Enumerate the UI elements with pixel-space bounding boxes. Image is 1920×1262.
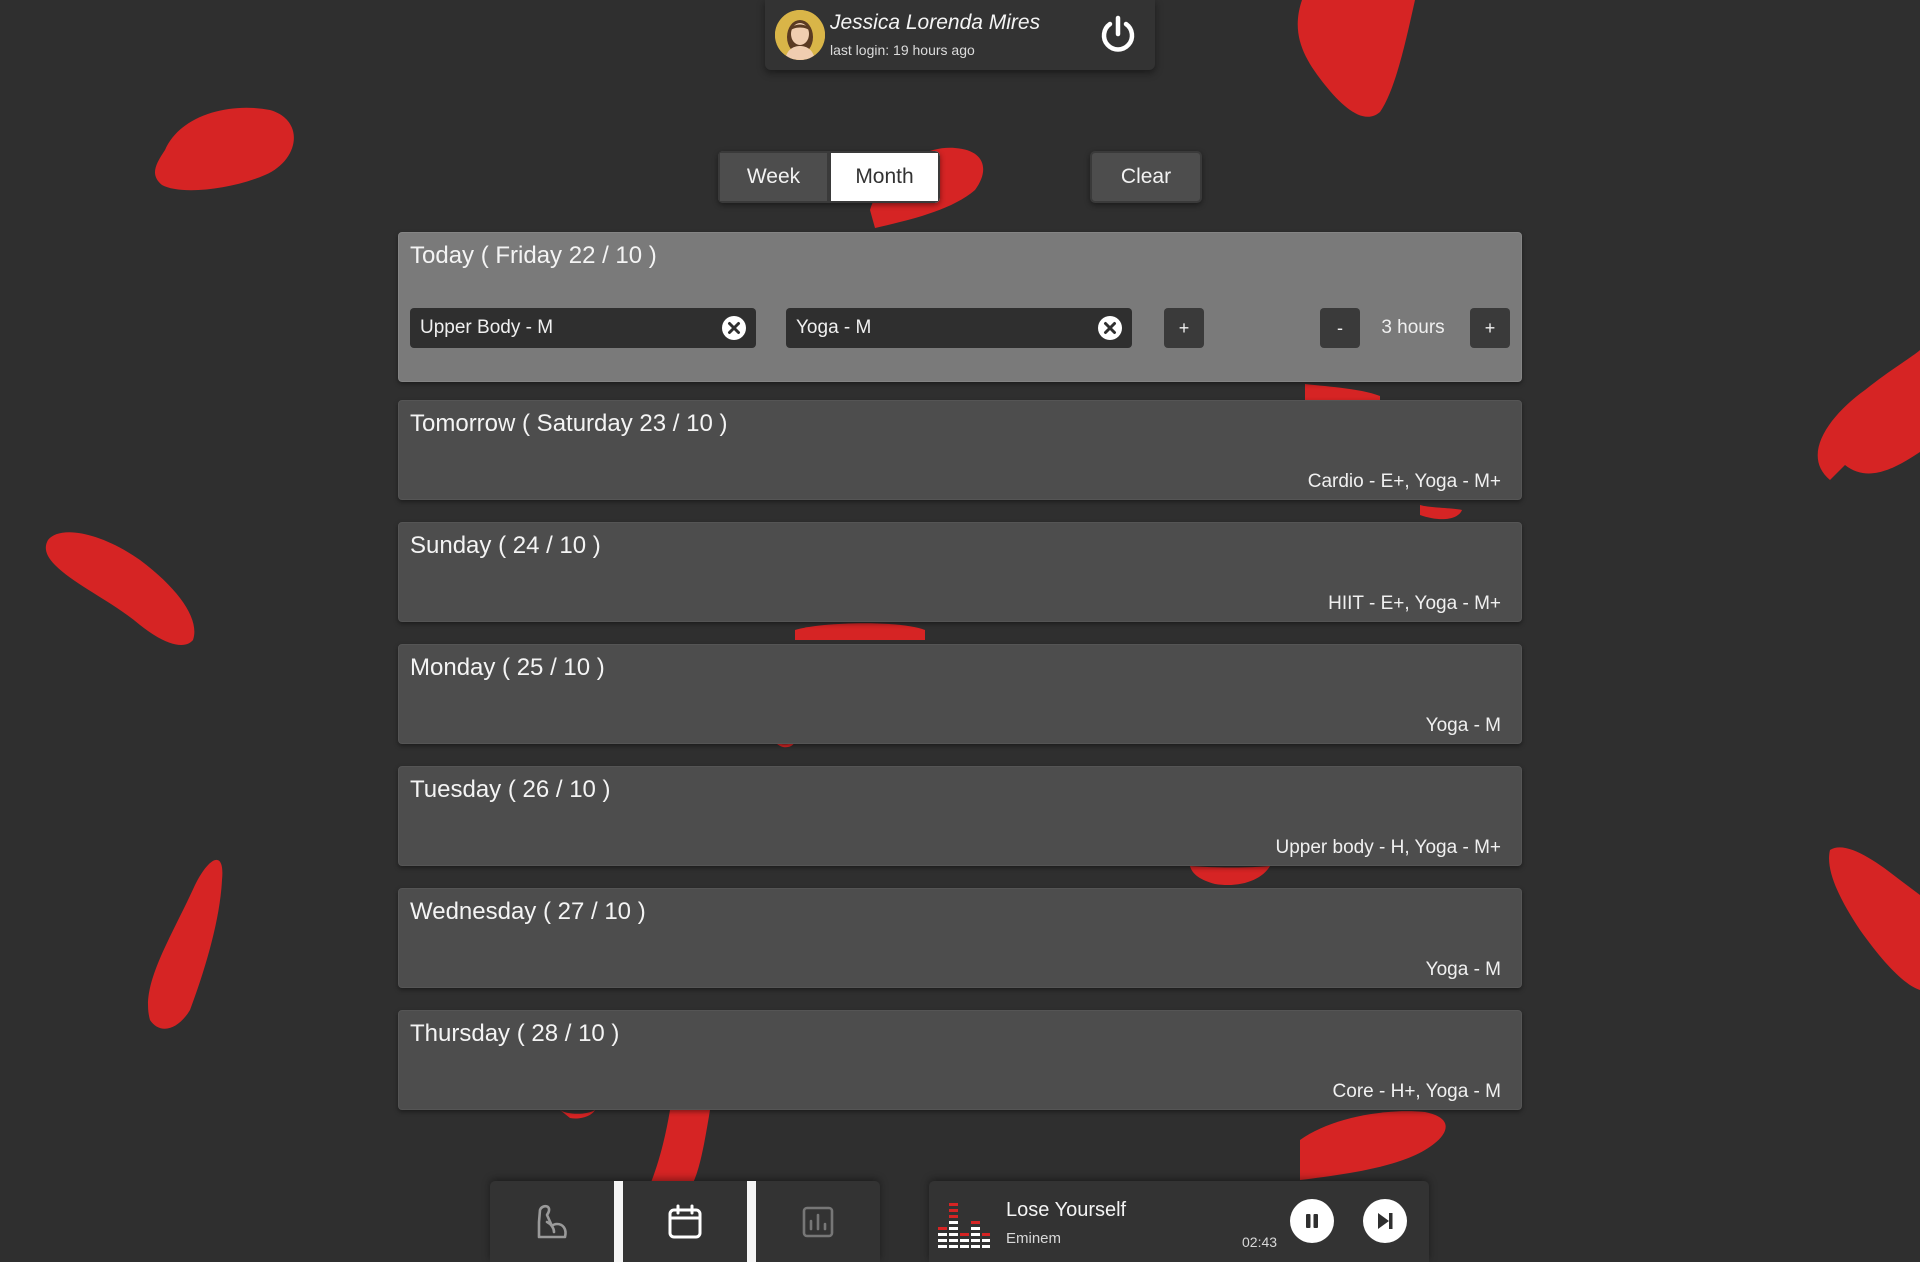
day-title: Thursday ( 28 / 10 ) bbox=[410, 1020, 620, 1047]
pause-icon bbox=[1306, 1214, 1318, 1228]
equalizer-icon bbox=[938, 1203, 990, 1248]
avatar[interactable] bbox=[775, 10, 825, 60]
remove-workout-button[interactable] bbox=[1096, 314, 1124, 342]
day-card-today: Today ( Friday 22 / 10 ) Upper Body - M … bbox=[398, 232, 1522, 382]
pause-button[interactable] bbox=[1290, 1199, 1334, 1243]
day-card[interactable]: Monday ( 25 / 10 ) Yoga - M bbox=[398, 644, 1522, 744]
track-time: 02:43 bbox=[1242, 1234, 1278, 1250]
avatar-image bbox=[775, 10, 825, 60]
day-title: Today ( Friday 22 / 10 ) bbox=[410, 242, 657, 269]
workout-chip-label: Upper Body - M bbox=[420, 317, 554, 338]
skip-next-button[interactable] bbox=[1363, 1199, 1407, 1243]
calendar-icon bbox=[668, 1204, 702, 1238]
day-title: Monday ( 25 / 10 ) bbox=[410, 654, 605, 681]
day-workouts: Upper body - H, Yoga - M+ bbox=[1275, 837, 1502, 858]
day-card[interactable]: Tomorrow ( Saturday 23 / 10 ) Cardio - E… bbox=[398, 400, 1522, 500]
day-title: Tomorrow ( Saturday 23 / 10 ) bbox=[410, 410, 728, 437]
workout-chip: Upper Body - M bbox=[410, 308, 756, 348]
nav-item-stats[interactable] bbox=[756, 1181, 880, 1262]
hours-value: 3 hours bbox=[1381, 317, 1445, 338]
day-card[interactable]: Wednesday ( 27 / 10 ) Yoga - M bbox=[398, 888, 1522, 988]
day-workouts: HIIT - E+, Yoga - M+ bbox=[1328, 593, 1501, 614]
workout-chip-label: Yoga - M bbox=[796, 317, 872, 338]
add-workout-button[interactable]: + bbox=[1164, 308, 1204, 348]
day-title: Sunday ( 24 / 10 ) bbox=[410, 532, 601, 559]
last-login-text: last login: 19 hours ago bbox=[830, 42, 975, 58]
day-workouts: Core - H+, Yoga - M bbox=[1332, 1081, 1501, 1102]
bar-chart-icon bbox=[802, 1206, 834, 1237]
track-title: Lose Yourself bbox=[1006, 1199, 1127, 1221]
decrease-hours-button[interactable]: - bbox=[1320, 308, 1360, 348]
day-card[interactable]: Sunday ( 24 / 10 ) HIIT - E+, Yoga - M+ bbox=[398, 522, 1522, 622]
workout-chip: Yoga - M bbox=[786, 308, 1132, 348]
skip-next-icon bbox=[1378, 1213, 1393, 1229]
track-artist: Eminem bbox=[1006, 1230, 1062, 1247]
logout-button[interactable] bbox=[1095, 12, 1141, 58]
user-card: Jessica Lorenda Mires last login: 19 hou… bbox=[765, 0, 1155, 70]
user-name: Jessica Lorenda Mires bbox=[830, 11, 1041, 34]
muscle-icon bbox=[537, 1204, 567, 1238]
close-circle-icon bbox=[1098, 316, 1122, 340]
increase-hours-button[interactable]: + bbox=[1470, 308, 1510, 348]
month-toggle-button[interactable]: Month bbox=[829, 151, 940, 203]
nav-item-workouts[interactable] bbox=[490, 1181, 614, 1262]
day-title: Wednesday ( 27 / 10 ) bbox=[410, 898, 646, 925]
app-root: Jessica Lorenda Mires last login: 19 hou… bbox=[0, 0, 1920, 1262]
day-workouts: Yoga - M bbox=[1425, 715, 1501, 736]
day-list: Today ( Friday 22 / 10 ) Upper Body - M … bbox=[398, 232, 1522, 1132]
power-icon bbox=[1101, 15, 1135, 52]
day-card[interactable]: Thursday ( 28 / 10 ) Core - H+, Yoga - M bbox=[398, 1010, 1522, 1110]
nav-item-calendar[interactable] bbox=[614, 1181, 756, 1262]
music-player: Lose Yourself Eminem 02:43 bbox=[929, 1181, 1429, 1262]
day-workouts: Cardio - E+, Yoga - M+ bbox=[1307, 471, 1501, 492]
bottom-nav bbox=[490, 1181, 880, 1262]
clear-button[interactable]: Clear bbox=[1090, 151, 1202, 203]
view-toggle: Week Month bbox=[718, 151, 940, 203]
day-title: Tuesday ( 26 / 10 ) bbox=[410, 776, 611, 803]
close-circle-icon bbox=[722, 316, 746, 340]
day-card[interactable]: Tuesday ( 26 / 10 ) Upper body - H, Yoga… bbox=[398, 766, 1522, 866]
remove-workout-button[interactable] bbox=[720, 314, 748, 342]
week-toggle-button[interactable]: Week bbox=[718, 151, 829, 203]
day-workouts: Yoga - M bbox=[1425, 959, 1501, 980]
